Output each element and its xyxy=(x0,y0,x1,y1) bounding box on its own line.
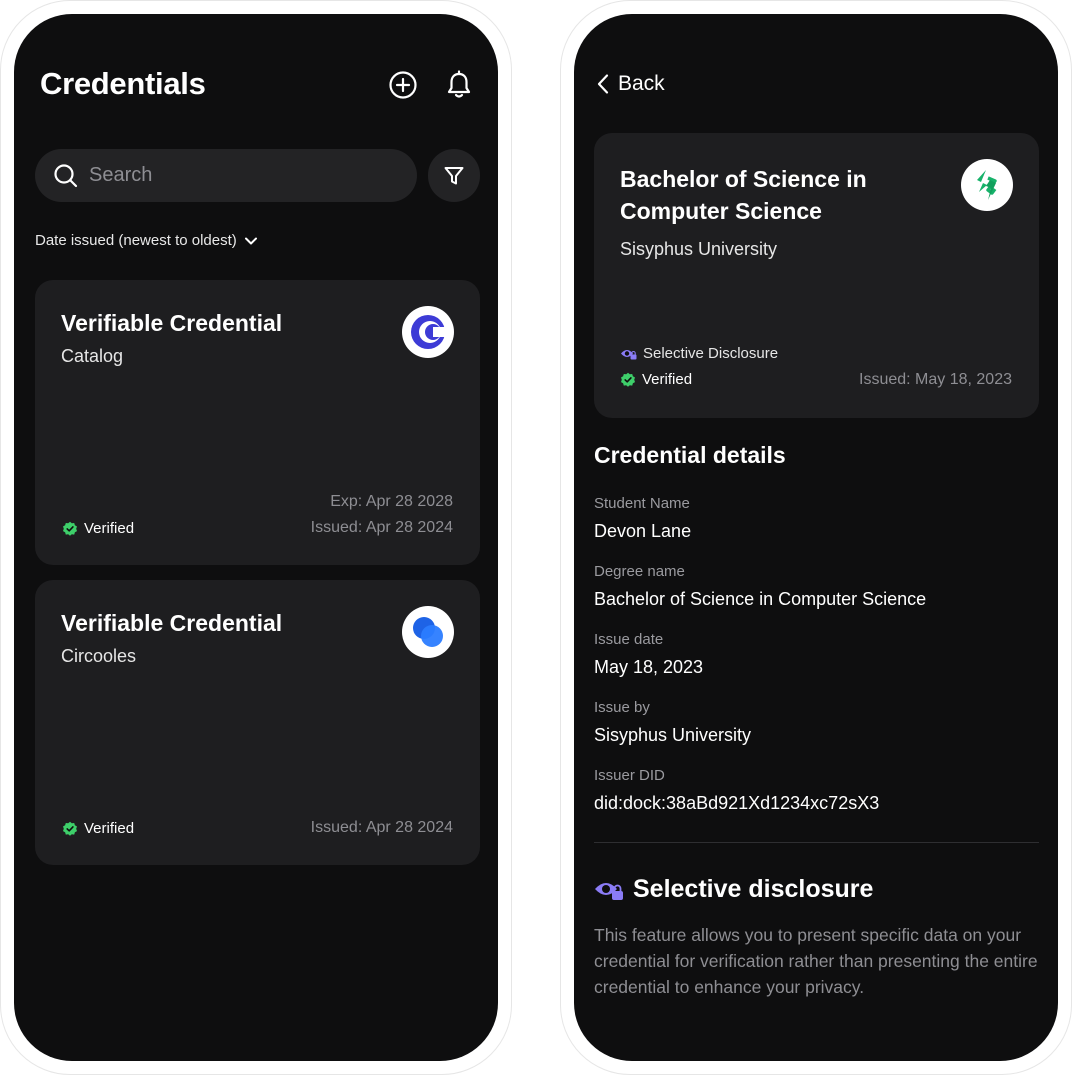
phone-frame-credentials: Credentials Search Date issued (newest t… xyxy=(0,0,512,1075)
field-label: Degree name xyxy=(594,563,685,580)
field-label: Issue by xyxy=(594,699,650,716)
search-input[interactable]: Search xyxy=(89,164,152,187)
credential-summary-card: Bachelor of Science in Computer Science … xyxy=(594,133,1039,418)
detail-field-student-name: Student Name Devon Lane xyxy=(594,495,691,542)
credential-name: Verifiable Credential xyxy=(61,610,283,636)
filter-button[interactable] xyxy=(428,149,480,202)
issued-date: Issued: Apr 28 2024 xyxy=(310,519,453,536)
page-title: Credentials xyxy=(40,66,206,101)
detail-field-issued-by: Issue by Sisyphus University xyxy=(594,699,751,746)
field-value: did:dock:38aBd921Xd1234xc72sX3 xyxy=(594,793,880,813)
selective-disclosure-title: Selective disclosure xyxy=(633,875,874,903)
verified-label: Verified xyxy=(642,371,693,388)
verified-status: Verified xyxy=(62,520,134,537)
sisyphus-logo-icon xyxy=(961,159,1013,211)
credential-issuer: Catalog xyxy=(61,346,124,366)
back-button[interactable]: Back xyxy=(596,72,665,96)
detail-field-degree-name: Degree name Bachelor of Science in Compu… xyxy=(594,563,926,610)
verified-badge-icon xyxy=(63,521,77,536)
selective-disclosure-description: This feature allows you to present speci… xyxy=(594,925,1038,997)
circooles-logo-icon xyxy=(402,606,454,658)
verified-label: Verified xyxy=(84,820,135,837)
selective-disclosure-tag: Selective Disclosure xyxy=(620,345,778,362)
back-label: Back xyxy=(618,72,665,95)
verified-status: Verified xyxy=(620,371,692,388)
search-field[interactable]: Search xyxy=(35,149,417,202)
credential-issuer: Sisyphus University xyxy=(620,239,778,259)
credential-title: Bachelor of Science in Computer Science xyxy=(620,166,867,224)
filter-icon xyxy=(444,166,464,184)
bell-icon xyxy=(447,70,471,98)
credential-details-heading: Credential details xyxy=(594,442,786,468)
credentials-screen: Credentials Search Date issued (newest t… xyxy=(14,14,498,1061)
field-value: Devon Lane xyxy=(594,521,692,541)
eye-lock-icon xyxy=(595,882,623,900)
verified-status: Verified xyxy=(62,820,134,837)
credential-issuer: Circooles xyxy=(61,646,137,666)
issued-date: Issued: Apr 28 2024 xyxy=(310,819,453,836)
search-icon xyxy=(54,163,78,187)
field-value: May 18, 2023 xyxy=(594,657,704,677)
field-value: Sisyphus University xyxy=(594,725,752,745)
verified-badge-icon xyxy=(63,821,77,836)
chevron-down-icon xyxy=(244,237,257,244)
notifications-button[interactable] xyxy=(441,67,477,103)
plus-circle-icon xyxy=(389,71,417,99)
eye-lock-icon xyxy=(621,349,637,359)
sort-dropdown[interactable]: Date issued (newest to oldest) xyxy=(35,232,258,249)
sort-label: Date issued (newest to oldest) xyxy=(35,232,237,249)
credential-name: Verifiable Credential xyxy=(61,310,283,336)
verified-badge-icon xyxy=(621,372,635,387)
chevron-left-icon xyxy=(597,74,609,94)
field-value: Bachelor of Science in Computer Science xyxy=(594,589,927,609)
selective-disclosure-heading: Selective disclosure xyxy=(594,875,873,904)
section-divider xyxy=(594,842,1039,843)
credential-detail-screen: Back Bachelor of Science in Computer Sci… xyxy=(574,14,1058,1061)
expiry-date: Exp: Apr 28 2028 xyxy=(330,493,453,510)
detail-field-issue-date: Issue date May 18, 2023 xyxy=(594,631,703,678)
phone-frame-credential-detail: Back Bachelor of Science in Computer Sci… xyxy=(560,0,1072,1075)
add-credential-button[interactable] xyxy=(385,67,421,103)
selective-disclosure-label: Selective Disclosure xyxy=(643,345,779,362)
verified-label: Verified xyxy=(84,520,135,537)
detail-field-issuer-did: Issuer DID did:dock:38aBd921Xd1234xc72sX… xyxy=(594,767,879,814)
issued-date: Issued: May 18, 2023 xyxy=(859,371,1012,388)
catalog-logo-icon xyxy=(402,306,454,358)
field-label: Issue date xyxy=(594,631,664,648)
field-label: Student Name xyxy=(594,495,690,512)
credential-card-circooles[interactable]: Verifiable Credential Circooles Verified… xyxy=(35,580,480,865)
credential-card-catalog[interactable]: Verifiable Credential Catalog Verified E… xyxy=(35,280,480,565)
field-label: Issuer DID xyxy=(594,767,665,784)
